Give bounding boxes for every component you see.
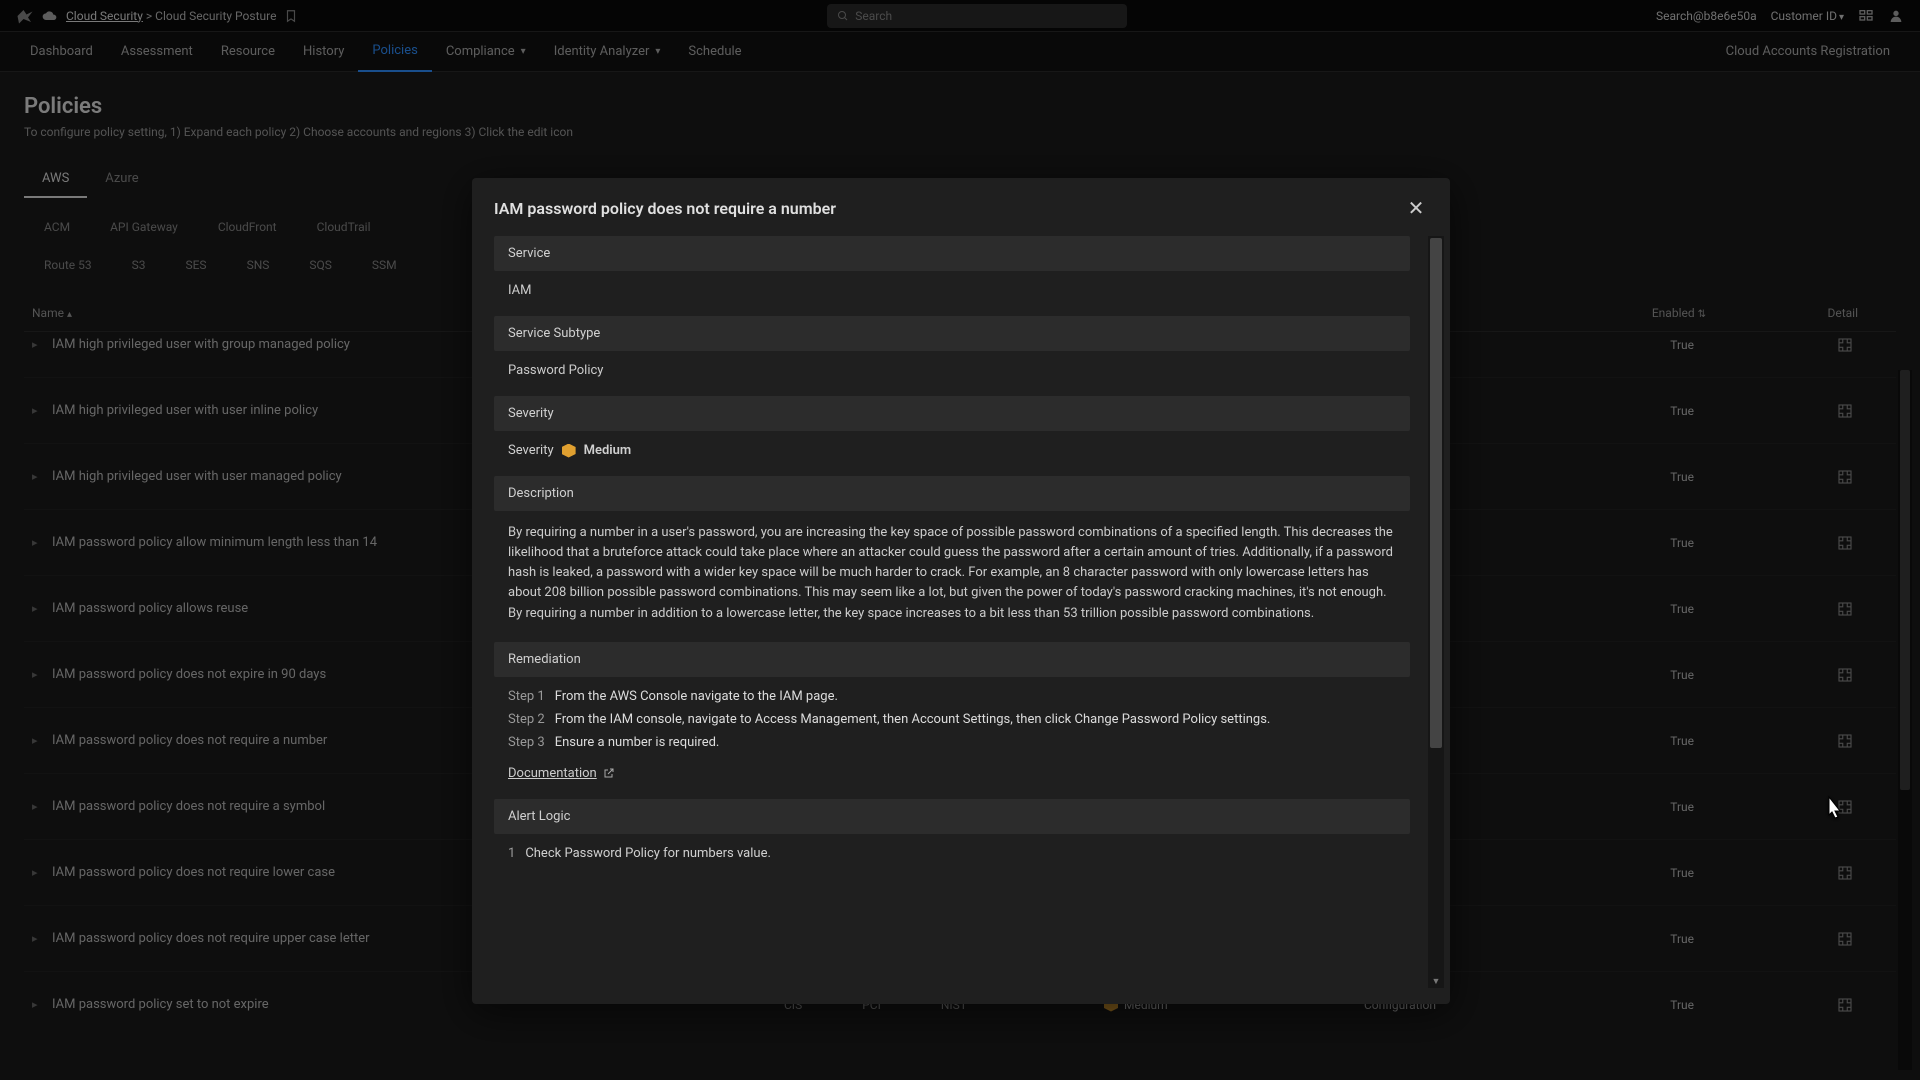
- modal-header: IAM password policy does not require a n…: [472, 178, 1450, 236]
- scroll-down-arrow-icon[interactable]: ▼: [1428, 974, 1444, 988]
- severity-row: Severity Medium: [494, 443, 1410, 476]
- logic-text: Check Password Policy for numbers value.: [525, 846, 771, 861]
- section-subtype-header: Service Subtype: [494, 316, 1410, 351]
- modal-close-button[interactable]: ✕: [1404, 196, 1428, 220]
- alert-logic-item: 1 Check Password Policy for numbers valu…: [494, 846, 1410, 869]
- section-description-header: Description: [494, 476, 1410, 511]
- policy-detail-modal: IAM password policy does not require a n…: [472, 178, 1450, 1004]
- severity-inline-label: Severity: [508, 443, 554, 458]
- modal-scrollbar-thumb[interactable]: [1430, 238, 1442, 748]
- step-label: Step 3: [508, 735, 545, 750]
- remediation-step: Step 3 Ensure a number is required.: [494, 735, 1410, 758]
- step-label: Step 1: [508, 689, 545, 704]
- modal-scrollbar[interactable]: ▲ ▼: [1428, 236, 1444, 988]
- section-alert-logic-header: Alert Logic: [494, 799, 1410, 834]
- service-value: IAM: [494, 283, 1410, 316]
- logic-number: 1: [508, 846, 515, 861]
- description-text: By requiring a number in a user's passwo…: [494, 523, 1410, 642]
- subtype-value: Password Policy: [494, 363, 1410, 396]
- step-text: Ensure a number is required.: [555, 735, 720, 750]
- documentation-link[interactable]: Documentation: [494, 758, 1410, 799]
- severity-value: Medium: [584, 443, 632, 458]
- step-text: From the IAM console, navigate to Access…: [555, 712, 1271, 727]
- section-service-header: Service: [494, 236, 1410, 271]
- step-label: Step 2: [508, 712, 545, 727]
- section-remediation-header: Remediation: [494, 642, 1410, 677]
- remediation-step: Step 2 From the IAM console, navigate to…: [494, 712, 1410, 735]
- severity-medium-icon: [562, 444, 576, 458]
- remediation-step: Step 1 From the AWS Console navigate to …: [494, 689, 1410, 712]
- modal-title: IAM password policy does not require a n…: [494, 199, 1404, 218]
- external-link-icon: [603, 767, 615, 779]
- section-severity-header: Severity: [494, 396, 1410, 431]
- step-text: From the AWS Console navigate to the IAM…: [555, 689, 838, 704]
- modal-body: Service IAM Service Subtype Password Pol…: [494, 236, 1424, 988]
